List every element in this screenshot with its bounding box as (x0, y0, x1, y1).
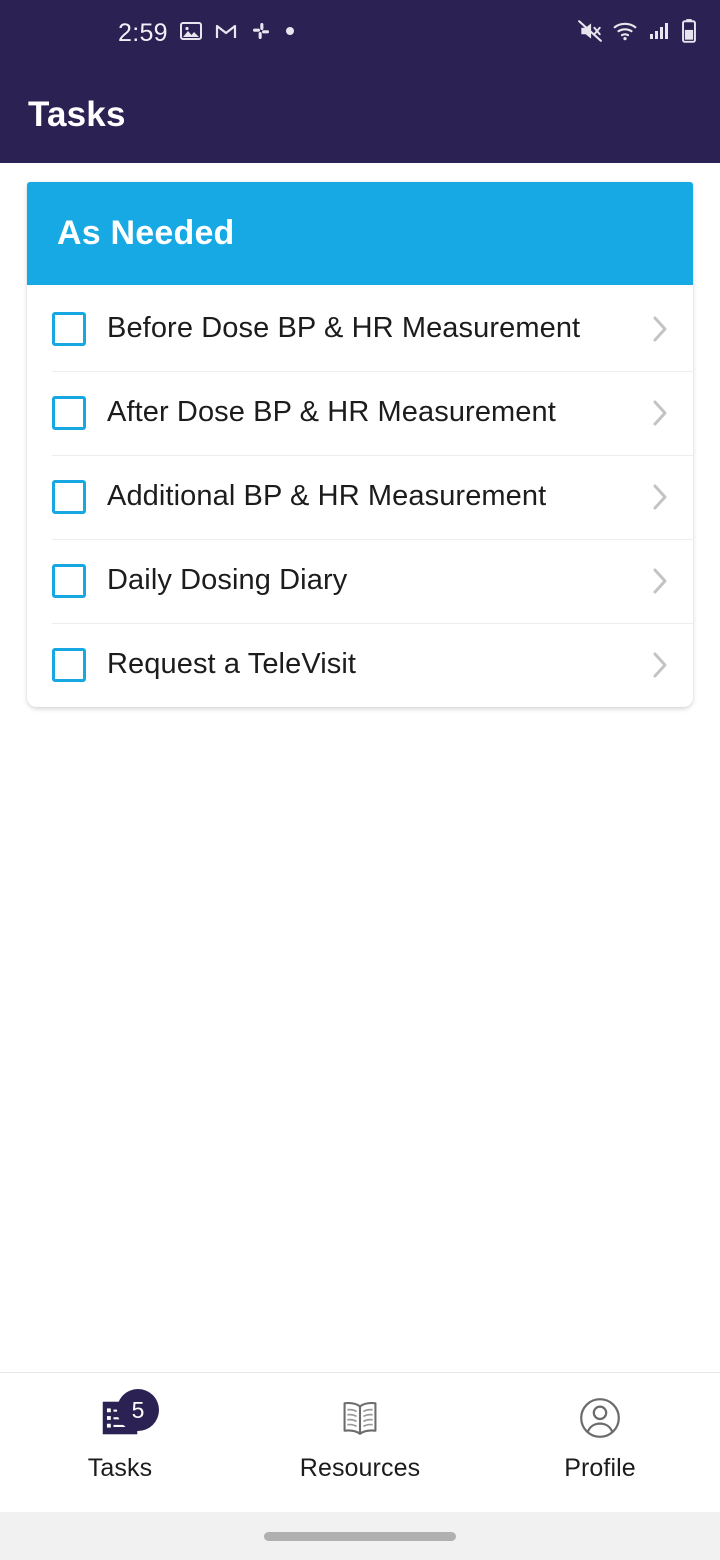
task-row[interactable]: Daily Dosing Diary (27, 539, 693, 623)
task-checkbox[interactable] (52, 396, 86, 430)
status-time: 2:59 (118, 18, 168, 47)
task-checkbox[interactable] (52, 648, 86, 682)
nav-icon-wrap-profile (573, 1395, 627, 1445)
app-bar: Tasks (0, 66, 720, 163)
gmail-icon (214, 19, 238, 48)
status-bar: 2:59 (0, 0, 720, 66)
app-screen: 2:59 Tasks As Needed Before Dose BP & HR… (0, 0, 720, 1560)
signal-icon (647, 19, 671, 48)
task-row[interactable]: Additional BP & HR Measurement (27, 455, 693, 539)
person-circle-icon (576, 1394, 624, 1447)
task-label: Daily Dosing Diary (107, 564, 348, 597)
task-label: Additional BP & HR Measurement (107, 480, 547, 513)
photo-icon (179, 19, 203, 48)
task-row[interactable]: Request a TeleVisit (27, 623, 693, 707)
nav-icon-wrap-tasks: 5 (93, 1389, 159, 1445)
task-label: Before Dose BP & HR Measurement (107, 312, 581, 345)
nav-item-profile[interactable]: Profile (480, 1395, 720, 1483)
nav-label-profile: Profile (564, 1454, 636, 1482)
task-card: As Needed Before Dose BP & HR Measuremen… (27, 182, 693, 707)
section-header-as-needed: As Needed (27, 182, 693, 285)
chevron-right-icon[interactable] (649, 648, 671, 682)
status-bar-left: 2:59 (118, 19, 296, 48)
slack-icon (249, 19, 273, 48)
task-checkbox[interactable] (52, 480, 86, 514)
chevron-right-icon[interactable] (649, 312, 671, 346)
gesture-pill[interactable] (264, 1531, 456, 1541)
chevron-right-icon[interactable] (649, 480, 671, 514)
nav-label-resources: Resources (299, 1454, 421, 1482)
nav-item-tasks[interactable]: 5 Tasks (0, 1389, 240, 1483)
mute-icon (577, 18, 603, 49)
task-row[interactable]: Before Dose BP & HR Measurement (27, 287, 693, 371)
bottom-navigation: 5 Tasks Resources Profile (0, 1372, 720, 1512)
task-checkbox[interactable] (52, 312, 86, 346)
dot-icon (284, 24, 296, 42)
main-content: As Needed Before Dose BP & HR Measuremen… (0, 163, 720, 1372)
gesture-navigation-bar (0, 1512, 720, 1560)
nav-label-tasks: Tasks (87, 1454, 153, 1482)
task-checkbox[interactable] (52, 564, 86, 598)
chevron-right-icon[interactable] (649, 396, 671, 430)
nav-icon-wrap-resources (333, 1395, 387, 1445)
task-label: After Dose BP & HR Measurement (107, 396, 556, 429)
battery-icon (680, 18, 698, 49)
wifi-icon (612, 18, 638, 49)
section-header-label: As Needed (57, 214, 235, 252)
chevron-right-icon[interactable] (649, 564, 671, 598)
book-icon (336, 1397, 384, 1444)
status-bar-right (577, 18, 698, 49)
tasks-badge: 5 (117, 1389, 159, 1431)
page-title: Tasks (28, 94, 126, 134)
nav-item-resources[interactable]: Resources (240, 1395, 480, 1483)
task-list: Before Dose BP & HR Measurement After Do… (27, 285, 693, 707)
task-row[interactable]: After Dose BP & HR Measurement (27, 371, 693, 455)
task-label: Request a TeleVisit (107, 648, 357, 681)
